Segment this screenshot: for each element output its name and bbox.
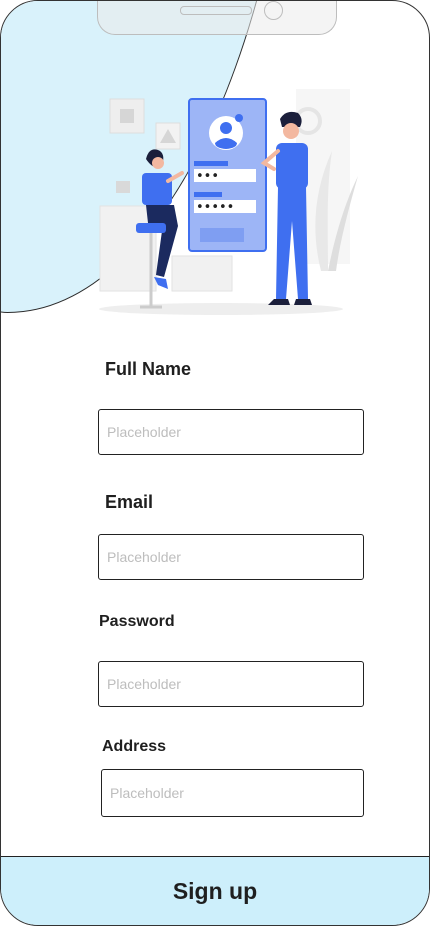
man-face — [283, 123, 299, 139]
full-name-label: Full Name — [105, 359, 192, 379]
device-notch — [97, 1, 337, 35]
signup-illustration: ••• ••••• — [99, 89, 358, 315]
password-input[interactable] — [98, 661, 364, 707]
address-label: Address — [102, 738, 167, 755]
signup-button[interactable]: Sign up — [1, 856, 429, 925]
phone-frame: ••• ••••• Full Name Email Password Addre… — [0, 0, 430, 926]
email-input[interactable] — [98, 534, 364, 580]
man-shoe-left — [268, 299, 290, 305]
mock-button — [200, 228, 244, 242]
notification-dot — [235, 114, 243, 122]
stool-seat — [136, 223, 166, 233]
field-bar-2 — [194, 192, 222, 197]
signup-button-label: Sign up — [172, 877, 258, 904]
man-pants — [276, 187, 308, 299]
field-bar-1 — [194, 161, 228, 166]
address-input[interactable] — [101, 769, 364, 817]
password-label: Password — [99, 613, 175, 630]
side-table — [171, 255, 233, 292]
avatar-head — [220, 122, 232, 134]
speaker-grille — [180, 6, 252, 15]
password-mask-1: ••• — [196, 169, 219, 184]
password-mask-2: ••••• — [196, 200, 234, 215]
full-name-input[interactable] — [98, 409, 364, 455]
cup — [116, 181, 130, 193]
camera-icon — [264, 1, 283, 20]
email-label: Email — [105, 492, 154, 512]
woman-shirt — [142, 173, 172, 205]
man-shirt — [276, 143, 308, 189]
woman-face — [152, 157, 164, 169]
frame-inner — [120, 109, 134, 123]
man-shoe-right — [294, 299, 312, 305]
